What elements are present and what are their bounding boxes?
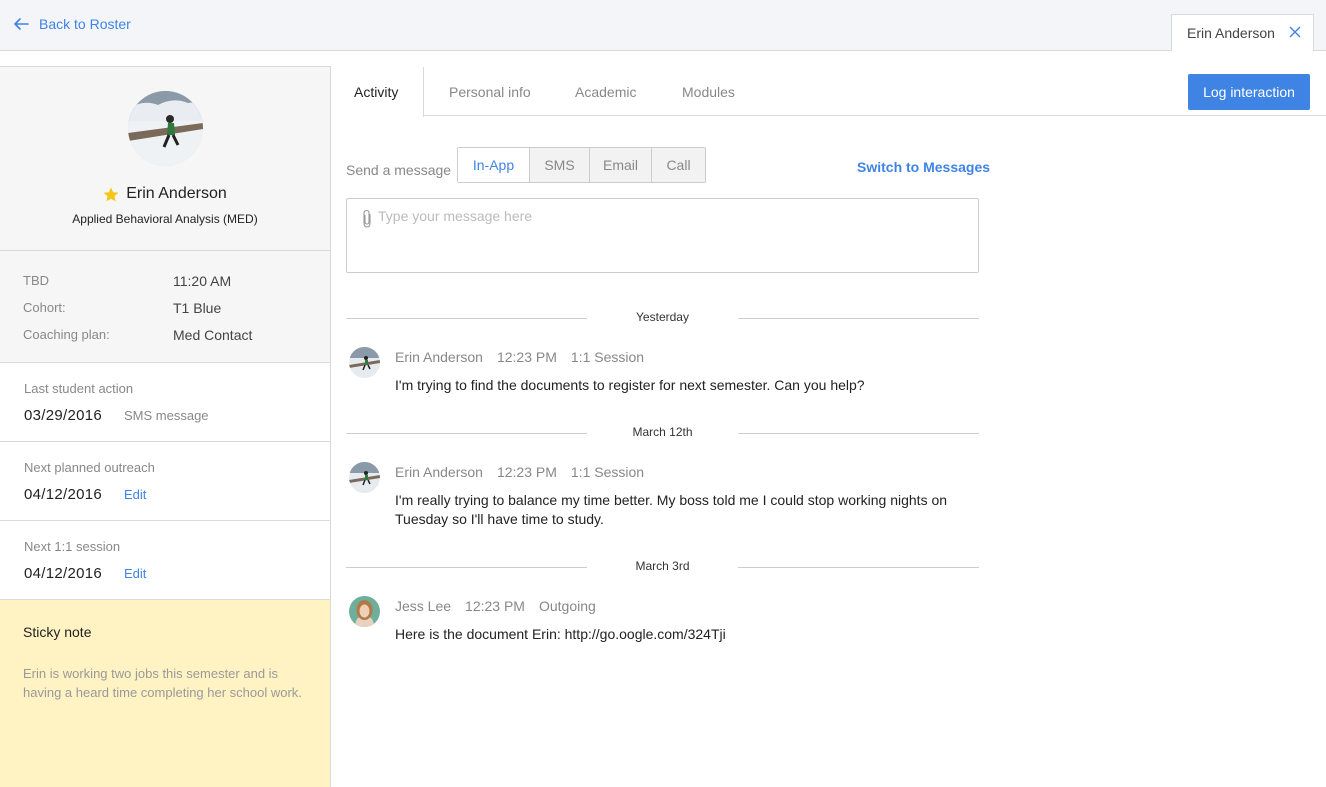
tab-modules[interactable]: Modules [682,67,735,116]
arrow-left-icon [14,18,29,30]
avatar [349,462,380,493]
sticky-note-body: Erin is working two jobs this semester a… [23,666,302,700]
detail-key: Coaching plan: [23,327,110,342]
avatar [128,91,203,166]
card-label: Next 1:1 session [24,539,121,554]
detail-value: 11:20 AM [173,273,232,289]
switch-to-messages-link[interactable]: Switch to Messages [857,159,990,175]
card-label: Last student action [24,381,134,396]
date-separator: Yesterday [346,308,979,328]
edit-outreach-link[interactable]: Edit [124,487,146,502]
entry-author: Jess Lee [395,598,452,614]
sticky-note[interactable]: Sticky note Erin is working two jobs thi… [0,600,330,787]
log-interaction-button[interactable]: Log interaction [1188,74,1310,110]
student-name-text: Erin Anderson [126,185,227,202]
card-date: 04/12/2016 [24,565,103,582]
edit-session-link[interactable]: Edit [124,566,146,581]
detail-row: Cohort: T1 Blue [23,300,221,316]
entry-author: Erin Anderson [395,349,483,365]
date-separator: March 3rd [346,557,979,577]
detail-key: Cohort: [23,300,66,315]
date-separator-label: March 12th [632,425,693,439]
entry-meta: Jess Lee 12:23 PM Outgoing [395,598,610,614]
student-tab[interactable]: Erin Anderson [1171,14,1314,51]
avatar [349,596,380,627]
entry-meta: Erin Anderson 12:23 PM 1:1 Session [395,464,658,480]
entry-author: Erin Anderson [395,464,483,480]
next-outreach-card: Next planned outreach 04/12/2016 Edit [0,442,330,521]
detail-key: TBD [23,273,49,288]
student-details: TBD 11:20 AM Cohort: T1 Blue Coaching pl… [0,251,330,363]
student-sidebar: Erin Anderson Applied Behavioral Analysi… [0,66,331,787]
student-program: Applied Behavioral Analysis (MED) [72,212,258,226]
card-label: Next planned outreach [24,460,155,475]
tab-personal-info[interactable]: Personal info [449,67,531,116]
card-date: 03/29/2016 [24,407,103,424]
last-student-action-card: Last student action 03/29/2016 SMS messa… [0,363,330,442]
date-separator-label: Yesterday [636,310,689,324]
top-bar: Back to Roster Erin Anderson [0,0,1326,51]
date-separator: March 12th [346,423,979,443]
detail-row: Coaching plan: Med Contact [23,327,252,343]
detail-value: T1 Blue [173,300,222,316]
detail-row: TBD 11:20 AM [23,273,231,289]
tab-bar: Activity Personal info Academic Modules … [331,67,1326,117]
card-date: 04/12/2016 [24,486,103,503]
back-link-label: Back to Roster [39,16,131,32]
tab-activity[interactable]: Activity [331,67,424,117]
tab-academic[interactable]: Academic [575,67,636,116]
profile-header: Erin Anderson Applied Behavioral Analysi… [0,67,330,251]
entry-time: 12:23 PM [465,598,525,614]
send-message-label: Send a message [346,162,452,178]
back-to-roster-link[interactable]: Back to Roster [14,16,131,32]
channel-in-app[interactable]: In-App [458,148,530,182]
entry-type: Outgoing [538,598,596,614]
channel-email[interactable]: Email [590,148,652,182]
entry-text: I'm really trying to balance my time bet… [395,492,948,527]
entry-type: 1:1 Session [570,349,645,365]
channel-call[interactable]: Call [652,148,705,182]
card-action-type: SMS message [124,408,209,423]
close-icon[interactable] [1289,26,1301,38]
date-separator-label: March 3rd [635,559,690,573]
entry-text: I'm trying to find the documents to regi… [395,377,865,393]
entry-time: 12:23 PM [496,464,557,480]
student-name: Erin Anderson [0,185,330,203]
avatar [349,347,380,378]
paperclip-icon[interactable] [361,209,373,229]
star-icon[interactable] [103,187,119,202]
entry-text: Here is the document Erin: http://go.oog… [395,626,726,642]
entry-time: 12:23 PM [496,349,557,365]
sticky-note-title: Sticky note [23,624,92,640]
channel-sms[interactable]: SMS [530,148,590,182]
student-tab-label: Erin Anderson [1187,25,1275,41]
detail-value: Med Contact [173,327,253,343]
message-composer [346,198,979,273]
next-session-card: Next 1:1 session 04/12/2016 Edit [0,521,330,600]
entry-type: 1:1 Session [570,464,645,480]
message-input[interactable] [378,208,958,224]
channel-selector: In-App SMS Email Call [457,147,706,183]
entry-meta: Erin Anderson 12:23 PM 1:1 Session [395,349,658,365]
